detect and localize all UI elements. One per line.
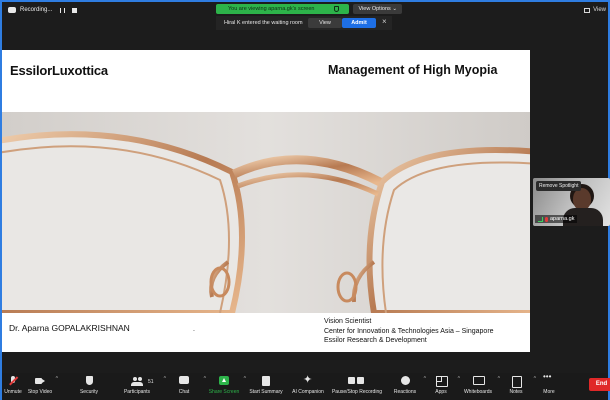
eyeglasses-photo xyxy=(2,112,530,313)
participants-icon: 51 xyxy=(131,376,154,386)
close-icon[interactable]: × xyxy=(382,17,387,26)
eyeglasses-illustration xyxy=(2,112,530,313)
shared-screen-slide: EssilorLuxottica Management of High Myop… xyxy=(2,50,530,352)
apps-icon xyxy=(435,376,448,387)
toolbar-label: Notes xyxy=(509,389,523,395)
toolbar-label: Chat xyxy=(178,389,190,395)
affiliation-line: Essilor Research & Development xyxy=(324,337,427,344)
stop-video-button-content[interactable]: Stop Video xyxy=(24,373,56,400)
share-screen-icon xyxy=(218,376,230,386)
toolbar-label: AI Companion xyxy=(292,389,324,395)
toolbar-label: Start Summary xyxy=(249,389,283,395)
meeting-toolbar: Unmute ^ Stop Video Security 51 Particip… xyxy=(2,372,608,400)
start-summary-button[interactable]: Start Summary xyxy=(244,373,288,400)
summary-icon xyxy=(260,376,272,386)
unmute-button[interactable]: Unmute xyxy=(2,373,24,400)
affiliation-line: Vision Scientist xyxy=(324,318,372,325)
view-options-button[interactable]: View Options ⌄ xyxy=(353,4,402,14)
stop-recording-icon[interactable] xyxy=(72,7,78,13)
chevron-down-icon: ⌄ xyxy=(392,6,397,12)
admit-button[interactable]: Admit xyxy=(342,18,376,28)
recording-indicator[interactable]: Recording... xyxy=(8,7,78,13)
slide-dot: . xyxy=(193,326,195,333)
toolbar-label: Whiteboards xyxy=(463,389,493,395)
reactions-icon xyxy=(399,376,411,386)
toolbar-label: Security xyxy=(79,389,99,395)
ai-companion-icon xyxy=(302,373,314,386)
toolbar-label: Participants xyxy=(123,389,151,395)
mic-muted-icon xyxy=(7,376,19,386)
screen-share-banner: You are viewing aparna.gk's screen View … xyxy=(216,4,402,14)
grid-view-icon xyxy=(584,7,591,13)
notes-icon xyxy=(510,376,522,388)
whiteboards-button[interactable]: Whiteboards ^ xyxy=(458,373,500,400)
cloud-recording-icon xyxy=(8,7,16,13)
presenter-affiliation: Vision Scientist Center for Innovation &… xyxy=(324,317,494,346)
participants-button[interactable]: 51 Participants ^ xyxy=(110,373,166,400)
reactions-button[interactable]: Reactions ^ xyxy=(386,373,426,400)
toolbar-label: More xyxy=(543,389,555,395)
toolbar-label: Unmute xyxy=(4,389,22,395)
toolbar-label: Stop Video xyxy=(27,389,53,395)
presenter-name: Dr. Aparna GOPALAKRISHNAN xyxy=(9,323,130,333)
pause-recording-icon[interactable] xyxy=(60,7,66,13)
camera-icon xyxy=(34,376,46,386)
ai-companion-button[interactable]: AI Companion xyxy=(288,373,328,400)
recording-label: Recording... xyxy=(20,7,53,13)
view-options-label: View Options xyxy=(358,6,391,12)
view-layout-button[interactable]: View xyxy=(584,7,606,13)
chat-icon xyxy=(178,376,190,386)
shield-icon xyxy=(334,6,340,12)
toolbar-label: Share Screen xyxy=(208,389,240,395)
waiting-room-notification: Hiral K entered the waiting room View Ad… xyxy=(216,16,392,30)
toolbar-label: Apps xyxy=(435,389,447,395)
whiteboards-icon xyxy=(472,376,485,386)
slide-title: Management of High Myopia xyxy=(328,63,498,77)
participant-video-tile[interactable]: Remove Spotlight aparna.gk xyxy=(533,178,610,226)
view-layout-label: View xyxy=(593,7,606,13)
affiliation-line: Center for Innovation & Technologies Asi… xyxy=(324,327,494,335)
participant-count: 51 xyxy=(148,379,154,385)
shield-icon xyxy=(83,376,95,386)
more-icon xyxy=(543,372,555,386)
end-meeting-button[interactable]: End xyxy=(589,378,610,391)
participant-name-bar: aparna.gk xyxy=(535,215,578,223)
toolbar-label: Pause/Stop Recording xyxy=(331,389,383,395)
participant-name: aparna.gk xyxy=(550,216,575,222)
view-waiting-room-button[interactable]: View xyxy=(308,18,342,28)
zoom-meeting-window: Recording... View You are viewing aparna… xyxy=(0,0,610,400)
toolbar-label: Reactions xyxy=(393,389,417,395)
waiting-room-message: Hiral K entered the waiting room xyxy=(224,20,303,26)
mic-muted-icon xyxy=(545,216,548,222)
chat-button[interactable]: Chat ^ xyxy=(164,373,206,400)
notes-button[interactable]: Notes ^ xyxy=(498,373,536,400)
recording-icon xyxy=(348,376,366,386)
remove-spotlight-button[interactable]: Remove Spotlight xyxy=(536,181,582,191)
viewing-screen-text: You are viewing aparna.gk's screen xyxy=(228,6,315,12)
company-logo: EssilorLuxottica xyxy=(10,63,108,78)
share-screen-button[interactable]: Share Screen ^ xyxy=(204,373,246,400)
security-button[interactable]: Security xyxy=(68,373,110,400)
apps-button[interactable]: Apps ^ xyxy=(424,373,460,400)
participant-face xyxy=(573,188,591,210)
signal-strength-icon xyxy=(538,216,543,222)
more-button[interactable]: More xyxy=(534,372,564,400)
pause-stop-recording-button[interactable]: Pause/Stop Recording xyxy=(328,373,386,400)
viewing-screen-notice: You are viewing aparna.gk's screen xyxy=(216,4,350,14)
